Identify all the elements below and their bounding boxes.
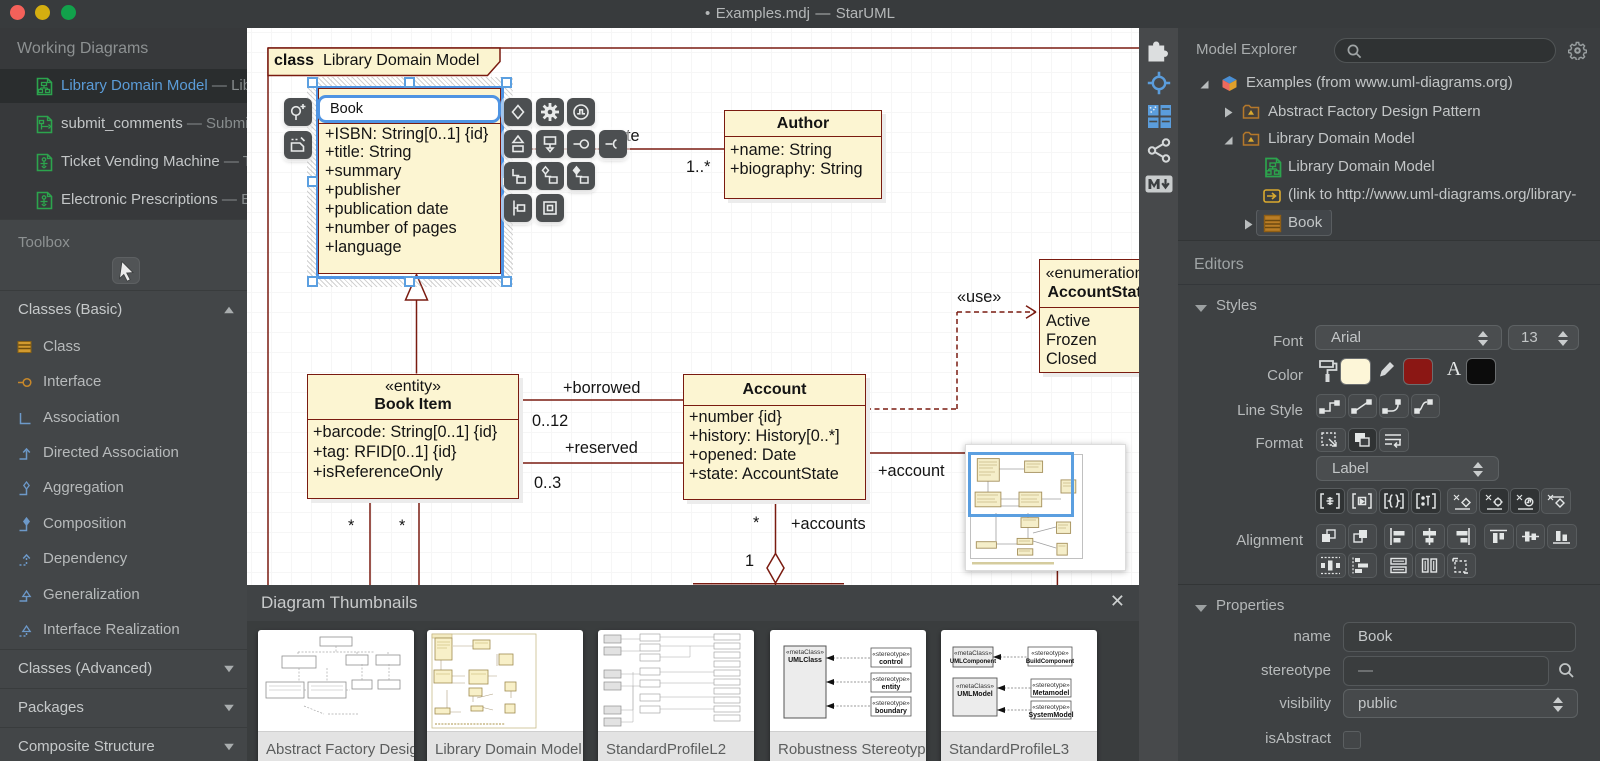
svg-text:«stereotype»: «stereotype» <box>872 700 910 707</box>
svg-text:UMLModel: UMLModel <box>957 691 992 698</box>
svg-text:«stereotype»: «stereotype» <box>1032 704 1070 711</box>
svg-text:«metaClass»: «metaClass» <box>956 683 994 690</box>
svg-text:«stereotype»: «stereotype» <box>1032 682 1070 689</box>
svg-text:BuildComponent: BuildComponent <box>1026 659 1074 665</box>
svg-text:entity: entity <box>882 684 901 691</box>
svg-text:control: control <box>879 659 903 666</box>
svg-text:«metaClass»: «metaClass» <box>954 650 992 657</box>
svg-text:boundary: boundary <box>875 708 907 715</box>
svg-text:Metamodel: Metamodel <box>1033 690 1070 697</box>
svg-text:«stereotype»: «stereotype» <box>1031 650 1069 657</box>
svg-text:«stereotype»: «stereotype» <box>872 651 910 658</box>
svg-text:«stereotype»: «stereotype» <box>872 676 910 683</box>
svg-text:«metaClass»: «metaClass» <box>786 649 824 656</box>
svg-text:SystemModel: SystemModel <box>1028 712 1073 719</box>
svg-text:UMLComponent: UMLComponent <box>950 659 996 665</box>
svg-text:UMLClass: UMLClass <box>788 657 822 664</box>
